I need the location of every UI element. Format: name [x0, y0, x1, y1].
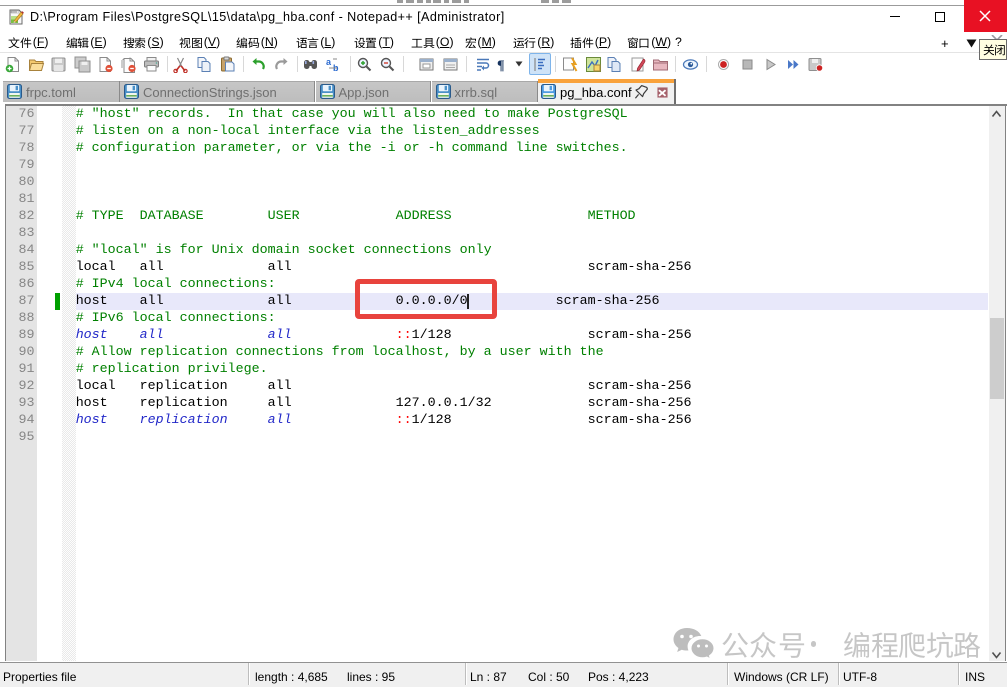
svg-text:a: a [326, 57, 332, 67]
svg-text:¶: ¶ [497, 58, 505, 73]
